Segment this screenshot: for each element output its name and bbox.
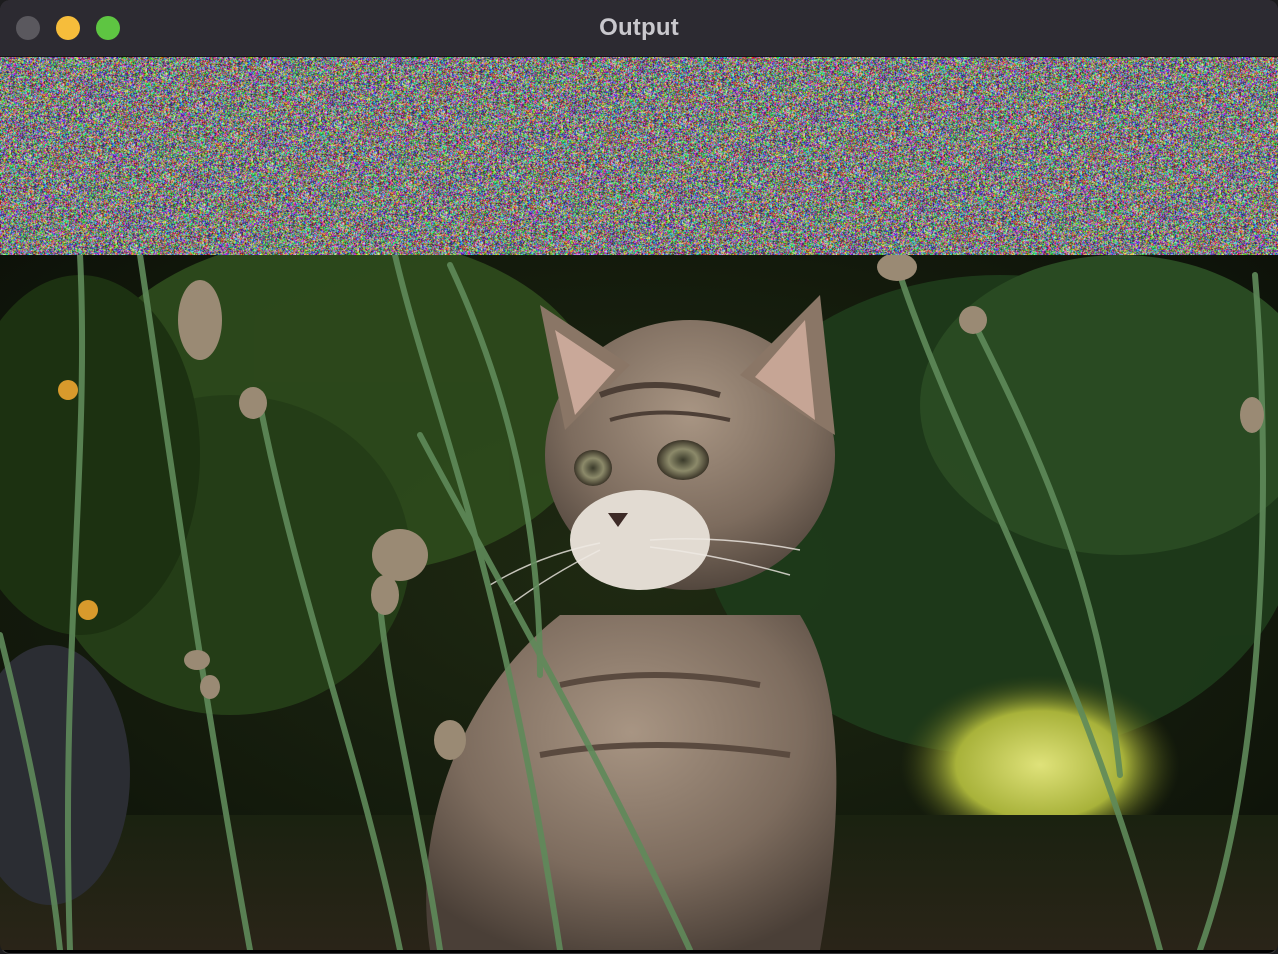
output-window: Output xyxy=(0,0,1278,954)
noise-image-region xyxy=(0,57,1278,255)
window-title: Output xyxy=(599,14,679,41)
kitten-photo xyxy=(0,255,1278,950)
title-bar[interactable]: Output xyxy=(0,0,1278,57)
